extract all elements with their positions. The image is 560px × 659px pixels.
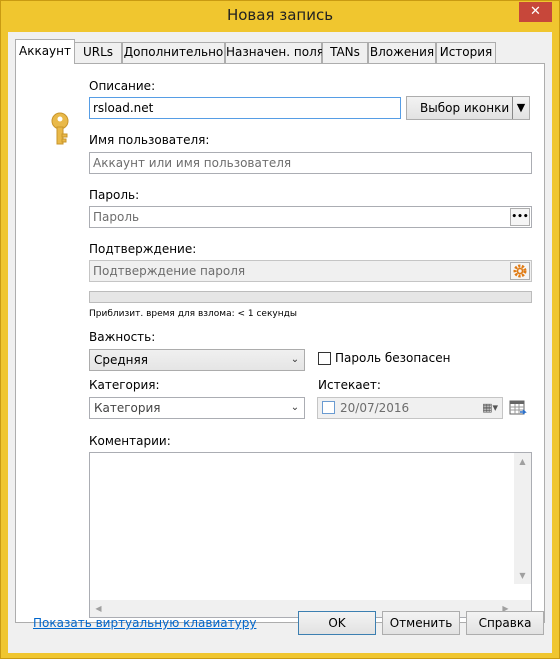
password-field[interactable]: Пароль <box>89 206 532 228</box>
username-label: Имя пользователя: <box>89 133 210 147</box>
generate-password-button[interactable] <box>510 262 530 280</box>
category-value: Категория <box>94 401 161 415</box>
confirm-label: Подтверждение: <box>89 242 197 256</box>
gear-icon <box>513 264 527 278</box>
importance-label: Важность: <box>89 330 156 344</box>
virtual-keyboard-link[interactable]: Показать виртуальную клавиатуру <box>33 616 256 630</box>
expires-checkbox[interactable] <box>322 401 335 414</box>
title-bar[interactable]: Новая запись ✕ <box>1 1 559 31</box>
key-icon <box>51 112 69 145</box>
dialog-client: Аккаунт URLs Дополнительно Назначен. пол… <box>8 32 552 653</box>
tab-urls[interactable]: URLs <box>74 42 122 63</box>
calendar-dropdown-icon[interactable]: ▦▾ <box>482 398 498 418</box>
tab-history[interactable]: История <box>436 42 496 63</box>
category-select[interactable]: Категория ⌄ <box>89 397 305 419</box>
password-strength-bar <box>89 291 532 303</box>
scroll-up-arrow[interactable]: ▲ <box>514 453 531 470</box>
confirm-password-field[interactable]: Подтверждение пароля <box>89 260 532 282</box>
comments-textarea[interactable]: ▲ ▼ ◀ ▶ <box>89 452 532 618</box>
tab-custom-fields[interactable]: Назначен. поля <box>225 42 324 63</box>
importance-select[interactable]: Средняя ⌄ <box>89 349 305 371</box>
icon-picker-button[interactable]: Выбор иконки ▼ <box>406 96 530 120</box>
description-label: Описание: <box>89 79 156 93</box>
scroll-down-arrow[interactable]: ▼ <box>514 567 531 584</box>
show-password-button[interactable]: ••• <box>510 208 530 226</box>
description-field[interactable]: rsload.net <box>89 97 401 119</box>
chevron-down-icon: ⌄ <box>290 354 300 365</box>
crack-time-text: Приблизит. время для взлома: < 1 секунды <box>89 309 297 319</box>
expires-label: Истекает: <box>318 378 381 392</box>
password-label: Пароль: <box>89 188 140 202</box>
ok-button[interactable]: OK <box>298 611 376 635</box>
username-field[interactable]: Аккаунт или имя пользователя <box>89 152 532 174</box>
icon-picker-label: Выбор иконки <box>420 101 510 115</box>
scroll-left-arrow[interactable]: ◀ <box>90 600 107 617</box>
safe-password-checkbox[interactable] <box>318 352 331 365</box>
dialog-window: Новая запись ✕ Аккаунт URLs Дополнительн… <box>0 0 560 659</box>
tab-advanced[interactable]: Дополнительно <box>122 42 225 63</box>
importance-value: Средняя <box>94 353 148 367</box>
close-button[interactable]: ✕ <box>519 2 552 22</box>
cancel-button[interactable]: Отменить <box>382 611 460 635</box>
expires-date-value: 20/07/2016 <box>340 401 410 415</box>
expires-date-field[interactable]: 20/07/2016 ▦▾ <box>317 397 503 419</box>
tab-account[interactable]: Аккаунт <box>15 39 75 64</box>
help-button[interactable]: Справка <box>466 611 544 635</box>
window-title: Новая запись <box>226 6 334 24</box>
category-label: Категория: <box>89 378 160 392</box>
comments-label: Коментарии: <box>89 434 171 448</box>
chevron-down-icon: ⌄ <box>290 402 300 413</box>
account-tab-panel: Описание: rsload.net Выбор иконки ▼ Имя … <box>15 63 545 623</box>
vertical-scrollbar[interactable]: ▲ ▼ <box>514 453 531 584</box>
safe-password-label: Пароль безопасен <box>335 351 451 365</box>
calendar-icon[interactable] <box>509 399 527 417</box>
tab-tans[interactable]: TANs <box>322 42 368 63</box>
tab-attachments[interactable]: Вложения <box>368 42 436 63</box>
chevron-down-icon: ▼ <box>512 97 529 119</box>
